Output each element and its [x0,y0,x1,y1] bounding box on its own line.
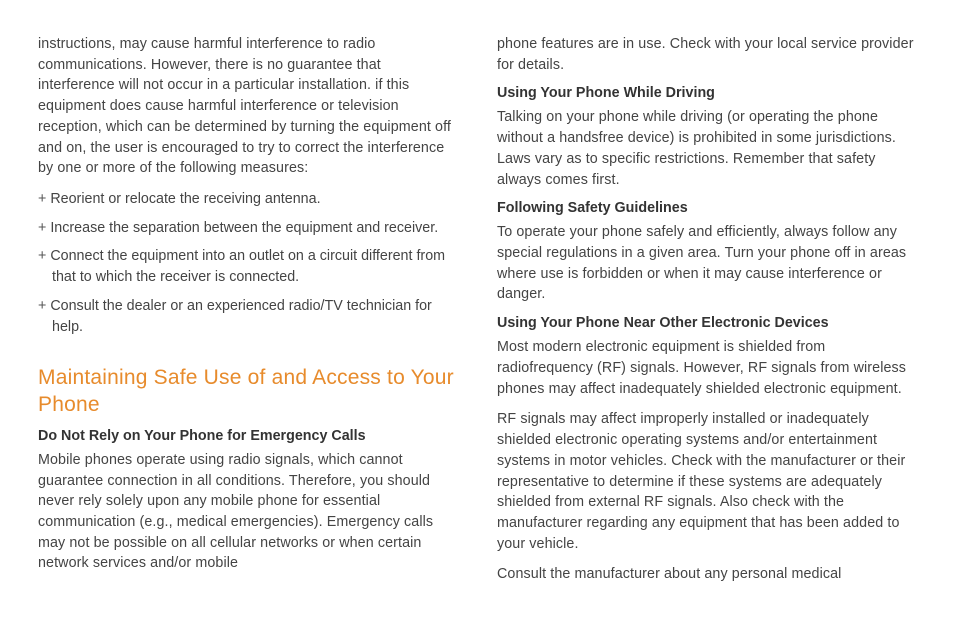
bullet-item: Consult the dealer or an experienced rad… [38,296,457,337]
emergency-body: Mobile phones operate using radio signal… [38,450,457,574]
section-heading-maintaining: Maintaining Safe Use of and Access to Yo… [38,365,457,418]
subheading-driving: Using Your Phone While Driving [497,85,916,101]
subheading-safety: Following Safety Guidelines [497,200,916,216]
bullet-item: Reorient or relocate the receiving anten… [38,189,457,210]
subheading-emergency: Do Not Rely on Your Phone for Emergency … [38,428,457,444]
left-column: instructions, may cause harmful interfer… [38,34,457,624]
driving-body: Talking on your phone while driving (or … [497,107,916,190]
subheading-electronics: Using Your Phone Near Other Electronic D… [497,315,916,331]
right-column: phone features are in use. Check with yo… [497,34,916,624]
bullet-item: Connect the equipment into an outlet on … [38,246,457,287]
electronics-body-2: RF signals may affect improperly install… [497,409,916,554]
bullet-item: Increase the separation between the equi… [38,218,457,239]
continuation-paragraph: phone features are in use. Check with yo… [497,34,916,75]
safety-body: To operate your phone safely and efficie… [497,222,916,305]
electronics-body-1: Most modern electronic equipment is shie… [497,337,916,399]
electronics-body-3: Consult the manufacturer about any perso… [497,564,916,585]
intro-paragraph: instructions, may cause harmful interfer… [38,34,457,179]
